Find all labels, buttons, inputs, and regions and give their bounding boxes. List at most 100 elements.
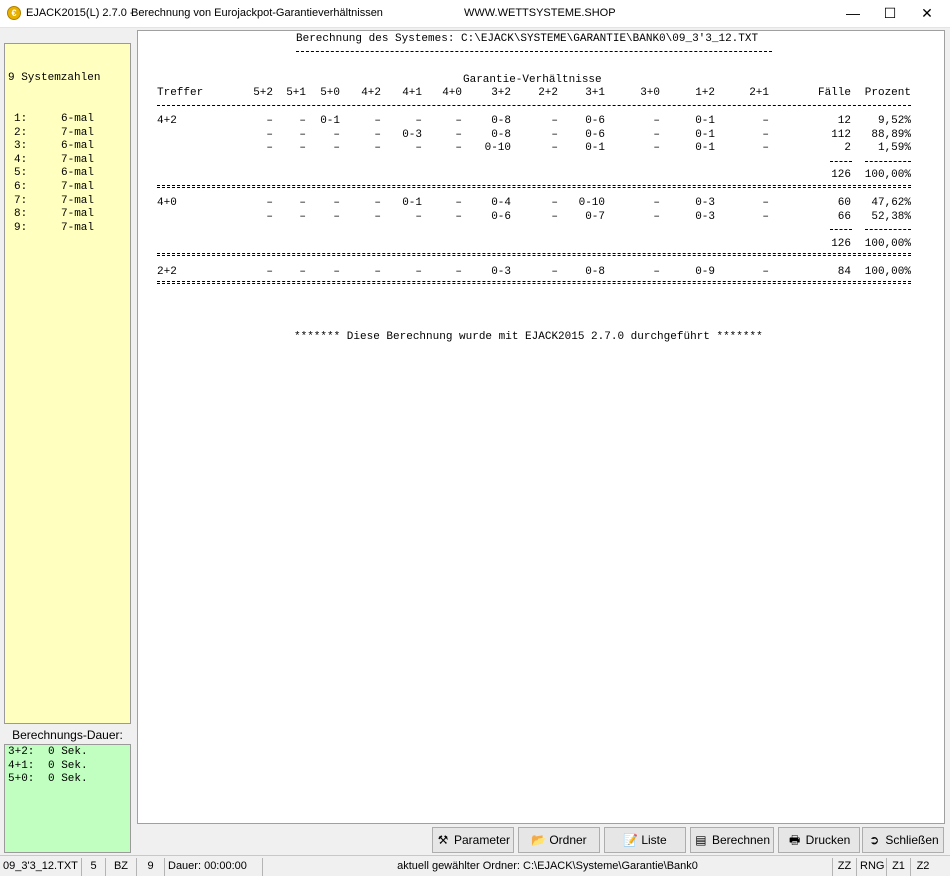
drucken-button[interactable]: 🖶 Drucken xyxy=(778,827,860,853)
sum-underline-prozent xyxy=(865,229,911,230)
status-count-2: 9 xyxy=(137,858,165,876)
table-cell: – xyxy=(762,210,769,223)
separator-line xyxy=(157,105,911,106)
column-header: Prozent xyxy=(864,87,911,99)
report-header: Berechnung des Systemes: C:\EJACK\SYSTEM… xyxy=(296,33,759,45)
systemzahl-number: 1: xyxy=(14,112,28,125)
table-cell: 47,62% xyxy=(871,197,911,209)
systemzahl-count: 6-mal xyxy=(61,167,95,180)
systemzahl-count: 7-mal xyxy=(61,126,95,139)
sum-prozent: 100,00% xyxy=(864,169,911,181)
berechnungs-dauer-label: Berechnungs-Dauer: xyxy=(12,728,123,742)
systemzahl-count: 7-mal xyxy=(61,180,95,193)
dauer-row: 4+1: 0 Sek. xyxy=(8,760,130,774)
systemzahl-count: 7-mal xyxy=(61,221,95,234)
berechnen-button-label: Berechnen xyxy=(711,833,771,847)
systemzahl-number: 5: xyxy=(14,167,28,180)
systemzahl-number: 3: xyxy=(14,140,28,153)
systemzahl-count: 7-mal xyxy=(61,194,95,207)
report-view[interactable]: Berechnung des Systemes: C:\EJACK\SYSTEM… xyxy=(137,30,945,824)
systemzahl-number: 7: xyxy=(14,194,28,207)
dauer-key: 5+0: xyxy=(8,773,35,786)
status-z2: Z2 xyxy=(916,860,930,872)
systemzahlen-header: 9 Systemzahlen xyxy=(8,72,101,85)
column-header: 2+1 xyxy=(749,87,769,99)
parameter-button[interactable]: ⚒ Parameter xyxy=(432,827,514,853)
systemzahl-count: 7-mal xyxy=(61,208,95,221)
dauer-value: 0 Sek. xyxy=(48,759,88,772)
liste-button[interactable]: 📝 Liste xyxy=(604,827,686,853)
dauer-row: 3+2: 0 Sek. xyxy=(8,746,130,760)
dauer-key: 3+2: xyxy=(8,746,35,758)
systemzahl-number: 4: xyxy=(14,153,28,166)
systemzahlen-panel[interactable]: 9 Systemzahlen 1: 6-mal 2: 7-mal 3: 6-mal 4: 7-… xyxy=(4,43,131,724)
dauer-value: 0 Sek. xyxy=(48,773,88,786)
status-dauer: Dauer: 00:00:00 xyxy=(165,858,263,876)
systemzahl-number: 8: xyxy=(14,208,28,221)
dauer-row: 5+0: 0 Sek. xyxy=(8,773,130,787)
schliessen-button[interactable]: ➲ Schließen xyxy=(862,827,944,853)
ordner-button-label: Ordner xyxy=(549,833,587,847)
systemzahlen-list: 1: 6-mal 2: 7-mal 3: 6-mal 4: 7-mal 5: 6-mal 6: 7-m… xyxy=(8,113,130,235)
table-cell: – xyxy=(762,197,769,209)
parameter-button-label: Parameter xyxy=(453,833,511,847)
list-edit-icon: 📝 xyxy=(623,833,639,847)
systemzahl-count: 6-mal xyxy=(61,112,95,125)
systemzahl-row: 4: 7-mal xyxy=(8,154,130,168)
ordner-button[interactable]: 📂 Ordner xyxy=(518,827,600,853)
dauer-key: 4+1: xyxy=(8,759,35,772)
systemzahl-row: 7: 7-mal xyxy=(8,195,130,209)
systemzahl-number: 6: xyxy=(14,180,28,193)
liste-button-label: Liste xyxy=(641,833,667,847)
systemzahl-row: 5: 6-mal xyxy=(8,167,130,181)
table-cell: 88,89% xyxy=(871,128,911,141)
systemzahl-row: 8: 7-mal xyxy=(8,208,130,222)
systemzahl-row: 3: 6-mal xyxy=(8,140,130,154)
garantie-title: Garantie-Verhältnisse xyxy=(463,74,602,86)
table-cell: 1,59% xyxy=(877,142,911,154)
treffer-label: 4+2 xyxy=(157,115,177,127)
systemzahl-row: 9: 7-mal xyxy=(8,222,130,236)
close-window-button[interactable]: ✕ xyxy=(904,0,950,28)
website-url: WWW.WETTSYSTEME.SHOP xyxy=(464,7,616,19)
treffer-label: 4+0 xyxy=(157,197,177,209)
separator-line xyxy=(157,281,911,284)
status-count-1: 5 xyxy=(82,858,106,876)
sum-underline-faelle xyxy=(830,160,852,162)
separator-line xyxy=(157,184,911,188)
sum-prozent: 100,00% xyxy=(864,237,911,250)
status-z1: Z1 xyxy=(887,858,911,876)
table-cell: – xyxy=(762,115,769,127)
title-bar: € EJACK2015(L) 2.7.0 - Berechnung von Eu… xyxy=(0,0,950,28)
calculator-icon: ▤ xyxy=(695,833,707,847)
status-file: 09_3'3_12.TXT xyxy=(0,858,82,876)
table-cell: 52,38% xyxy=(871,210,911,223)
systemzahl-count: 6-mal xyxy=(61,140,95,153)
sum-underline-prozent xyxy=(865,160,911,162)
report-footer: ******* Diese Berechnung wurde mit EJACK… xyxy=(294,331,763,343)
table-cell: – xyxy=(762,265,769,278)
exit-icon: ➲ xyxy=(869,833,880,847)
window-subtitle: Berechnung von Eurojackpot-Garantieverhä… xyxy=(131,7,383,19)
schliessen-button-label: Schließen xyxy=(885,833,939,847)
berechnungs-dauer-panel[interactable]: 3+2: 0 Sek. 4+1: 0 Sek. 5+0: 0 Sek. xyxy=(4,744,131,853)
systemzahl-row: 6: 7-mal xyxy=(8,181,130,195)
status-zz: ZZ xyxy=(833,858,857,876)
systemzahl-row: 2: 7-mal xyxy=(8,127,130,141)
systemzahl-row: 1: 6-mal xyxy=(8,113,130,127)
systemzahl-count: 7-mal xyxy=(61,153,95,166)
table-cell: – xyxy=(762,142,769,154)
table-cell: 9,52% xyxy=(877,115,911,127)
folder-icon: 📂 xyxy=(531,833,547,847)
treffer-label: 2+2 xyxy=(157,265,177,278)
status-rng: RNG xyxy=(857,858,887,876)
sum-underline-faelle xyxy=(830,229,852,230)
berechnen-button[interactable]: ▤ Berechnen xyxy=(690,827,774,853)
status-folder: aktuell gewählter Ordner: C:\EJACK\Syste… xyxy=(263,858,833,876)
drucken-button-label: Drucken xyxy=(805,833,851,847)
systemzahl-number: 9: xyxy=(14,221,28,234)
tools-icon: ⚒ xyxy=(437,833,449,847)
status-bz: BZ xyxy=(106,858,137,876)
app-icon: € xyxy=(7,6,21,20)
status-bar: 09_3'3_12.TXT 5 BZ 9 Dauer: 00:00:00 akt… xyxy=(0,855,950,876)
